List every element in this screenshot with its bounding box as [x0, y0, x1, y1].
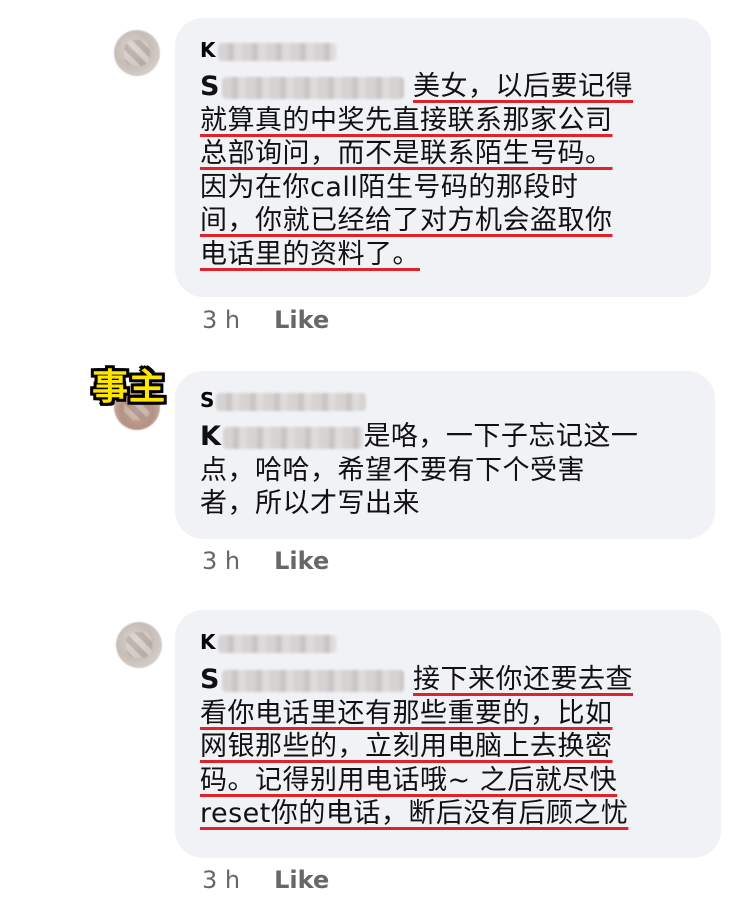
comment-meta: 3 h Like — [202, 306, 329, 334]
comment-line: 间，你就已经给了对方机会盗取你 — [200, 205, 613, 236]
comment-meta: 3 h Like — [202, 547, 329, 575]
comment-line: 看你电话里还有那些重要的，比如 — [200, 697, 613, 729]
commenter-avatar[interactable] — [114, 30, 160, 76]
comment-author[interactable]: S — [200, 386, 367, 414]
comment-author[interactable]: K — [200, 36, 336, 64]
comment-line: 码。记得别用电话哦~ 之后就尽快 — [200, 764, 618, 796]
mention-tag[interactable]: S — [200, 664, 404, 695]
comment-line: reset你的电话，断后没有后顾之忧 — [200, 798, 629, 829]
commenter-avatar[interactable] — [116, 622, 162, 668]
mention-tag[interactable]: K — [200, 421, 364, 452]
comment-line: 者，所以才写出来 — [200, 488, 420, 519]
comment-text: S 接下来你还要去查 看你电话里还有那些重要的，比如 网银那些的，立刻用电脑上去… — [200, 663, 710, 831]
comment-author[interactable]: K — [200, 628, 336, 656]
comment-line: 就算真的中奖先直接联系那家公司 — [200, 104, 613, 136]
blurred-author-name — [216, 392, 367, 411]
blurred-mention-name — [221, 76, 404, 99]
comment-timestamp[interactable]: 3 h — [202, 547, 240, 575]
blurred-author-name — [217, 634, 336, 653]
owner-badge: 事主 — [92, 367, 167, 408]
comment-line: 因为在你call陌生号码的那段时 — [200, 171, 579, 203]
comment-timestamp[interactable]: 3 h — [202, 866, 240, 894]
comment-line: 点，哈哈，希望不要有下个受害 — [200, 454, 585, 486]
comment-timestamp[interactable]: 3 h — [202, 306, 240, 334]
comment-meta: 3 h Like — [202, 866, 329, 894]
comment-line: 是咯，一下子忘记这一 — [363, 421, 639, 452]
mention-tag[interactable]: S — [200, 71, 404, 102]
comment-text: K 是咯，一下子忘记这一 点，哈哈，希望不要有下个受害 者，所以才写出来 — [200, 420, 705, 521]
like-button[interactable]: Like — [274, 547, 329, 575]
comment-line: 电话里的资料了。 — [200, 238, 420, 270]
like-button[interactable]: Like — [274, 306, 329, 334]
comment-line: 总部询问，而不是联系陌生号码。 — [200, 138, 613, 169]
comment-line: 网银那些的，立刻用电脑上去换密 — [200, 731, 613, 762]
comment-line: 美女，以后要记得 — [413, 71, 634, 102]
blurred-author-name — [217, 42, 336, 61]
blurred-mention-name — [221, 669, 404, 692]
blurred-mention-name — [223, 426, 364, 449]
comment-text: S 美女，以后要记得 就算真的中奖先直接联系那家公司 总部询问，而不是联系陌生号… — [200, 70, 700, 271]
like-button[interactable]: Like — [274, 866, 329, 894]
comment-line: 接下来你还要去查 — [413, 664, 634, 695]
